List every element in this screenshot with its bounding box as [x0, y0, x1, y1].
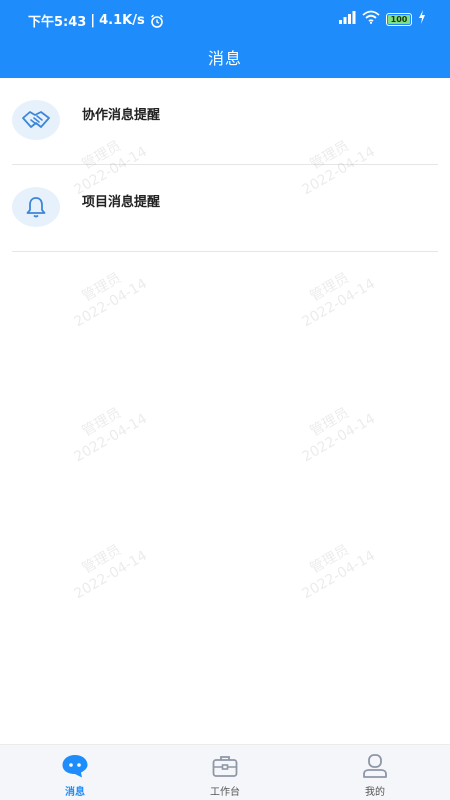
tab-label-messages: 消息	[65, 787, 85, 798]
bell-icon	[12, 187, 60, 227]
network-speed: 4.1K/s	[99, 13, 145, 28]
list-item-project[interactable]: 项目消息提醒	[12, 165, 438, 252]
tab-me[interactable]: 我的	[300, 745, 450, 800]
user-icon	[361, 753, 389, 779]
watermark-date: 2022-04-14	[71, 547, 150, 603]
tab-label-workbench: 工作台	[210, 787, 240, 798]
watermark: 管理员 2022-04-14	[62, 531, 150, 603]
battery-icon: 100	[386, 12, 412, 26]
watermark-user: 管理员	[307, 270, 352, 305]
handshake-icon	[12, 100, 60, 140]
alarm-icon	[149, 13, 165, 29]
item-label-collaboration: 协作消息提醒	[82, 108, 161, 123]
charging-icon	[418, 10, 426, 28]
status-right: 100	[338, 10, 426, 28]
bottom-tab-bar: 消息 工作台 我的	[0, 744, 450, 800]
watermark-user: 管理员	[79, 270, 124, 305]
tab-workbench[interactable]: 工作台	[150, 745, 300, 800]
watermark: 管理员 2022-04-14	[290, 394, 378, 466]
battery-level: 100	[390, 14, 408, 24]
app-header: 下午5:43 | 4.1K/s 100 消息	[0, 0, 450, 78]
watermark-date: 2022-04-14	[299, 410, 378, 466]
watermark: 管理员 2022-04-14	[62, 394, 150, 466]
watermark-date: 2022-04-14	[299, 547, 378, 603]
watermark-user: 管理员	[79, 405, 124, 440]
wifi-icon	[362, 10, 380, 28]
watermark: 管理员 2022-04-14	[62, 259, 150, 331]
watermark-date: 2022-04-14	[71, 410, 150, 466]
status-separator: |	[90, 13, 96, 28]
status-time: 下午5:43	[28, 15, 87, 30]
toolbox-icon	[211, 753, 239, 779]
signal-icon	[338, 10, 356, 28]
watermark-user: 管理员	[307, 405, 352, 440]
message-list: 协作消息提醒 项目消息提醒	[0, 78, 450, 252]
watermark: 管理员 2022-04-14	[290, 259, 378, 331]
watermark-date: 2022-04-14	[299, 275, 378, 331]
status-bar: 下午5:43 | 4.1K/s 100	[0, 0, 450, 36]
watermark-user: 管理员	[307, 542, 352, 577]
chat-bubble-icon	[61, 753, 89, 779]
status-left: 下午5:43 | 4.1K/s	[28, 11, 165, 30]
watermark-date: 2022-04-14	[71, 275, 150, 331]
watermark: 管理员 2022-04-14	[290, 531, 378, 603]
list-item-collaboration[interactable]: 协作消息提醒	[12, 78, 438, 165]
tab-messages[interactable]: 消息	[0, 745, 150, 800]
item-label-project: 项目消息提醒	[82, 195, 161, 210]
page-title: 消息	[207, 49, 242, 68]
watermark-user: 管理员	[79, 542, 124, 577]
tab-label-me: 我的	[365, 787, 385, 798]
